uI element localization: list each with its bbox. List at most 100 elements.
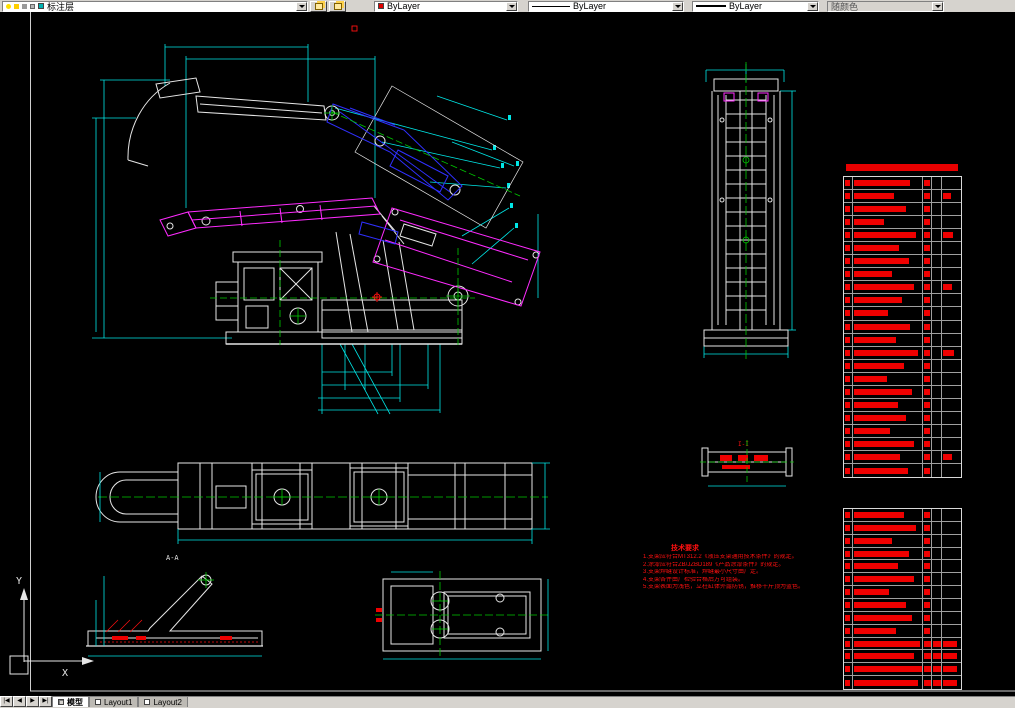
parts-list-table xyxy=(843,176,962,478)
tab-layout1-label: Layout1 xyxy=(104,697,133,707)
tilted-envelope xyxy=(354,85,524,229)
layers-icon xyxy=(333,2,342,10)
table-row xyxy=(844,650,961,664)
layer-freeze-icon xyxy=(14,3,19,9)
table-row xyxy=(844,307,961,321)
color-combo[interactable]: ByLayer xyxy=(374,0,518,12)
drawing-canvas[interactable]: Y X A-A I-I 技术要求 1.支架应符合MT312.2《液压支架通用技术… xyxy=(0,12,1015,696)
toolbar: 标注层 ByLayer ByLayer ByLayer 随颜色 xyxy=(0,0,1015,12)
layer-combo-value: 标注层 xyxy=(47,1,75,12)
section-view-ii: I-I xyxy=(700,440,794,487)
chevron-down-icon[interactable] xyxy=(672,1,683,11)
table-row xyxy=(844,203,961,217)
canopy-shield xyxy=(159,197,541,307)
table-row xyxy=(844,333,961,347)
make-layer-current-button[interactable] xyxy=(310,0,327,12)
layer-plot-icon xyxy=(30,3,35,9)
table-row xyxy=(844,359,961,373)
table-row xyxy=(844,242,961,256)
tech-note-line: 4.支架各件由厂检验合格后方可组装。 xyxy=(643,576,745,583)
table-row xyxy=(844,177,961,191)
table-row xyxy=(844,521,961,535)
chevron-down-icon[interactable] xyxy=(506,1,517,11)
section-ii-label: I-I xyxy=(738,441,749,448)
cutting-arc xyxy=(127,82,171,161)
layer-color-swatch xyxy=(38,3,44,9)
table-row xyxy=(844,437,961,451)
tab-layout1[interactable]: Layout1 xyxy=(89,696,139,707)
table-row xyxy=(844,676,961,690)
model-tab-icon xyxy=(58,699,64,705)
tab-model[interactable]: 模型 xyxy=(52,696,89,707)
next-tab-button[interactable]: ▶ xyxy=(26,696,39,707)
ucs-x-label: X xyxy=(62,668,68,679)
lineweight-combo[interactable]: ByLayer xyxy=(692,0,819,12)
linetype-combo[interactable]: ByLayer xyxy=(528,0,684,12)
small-plan-view xyxy=(375,571,549,660)
centerlines xyxy=(210,111,521,348)
linetype-combo-value: ByLayer xyxy=(573,1,607,11)
chevron-down-icon xyxy=(932,1,943,11)
previous-tab-button[interactable]: ◀ xyxy=(13,696,26,707)
table-row xyxy=(844,268,961,282)
table-row xyxy=(844,611,961,625)
plot-style-combo-value: 随颜色 xyxy=(831,1,859,12)
color-swatch xyxy=(378,3,384,9)
table-row xyxy=(844,190,961,204)
tab-layout2-label: Layout2 xyxy=(153,697,182,707)
layout-tab-icon xyxy=(95,699,101,705)
layer-lock-icon xyxy=(22,3,27,9)
hydraulic-leg xyxy=(335,231,353,333)
section-aa-label: A-A xyxy=(166,554,179,562)
tech-notes-lines: 1.支架应符合MT312.2《液压支架通用技术条件》的规定。 2.涂漆应符合ZB/… xyxy=(643,554,823,592)
title-block-table xyxy=(843,508,962,690)
table-row xyxy=(844,599,961,612)
main-side-view xyxy=(92,25,541,415)
balloon-ticks xyxy=(493,115,519,228)
tech-note-line: 5.支架表面为浅色，立柱缸体外露防锈，推移千斤顶为蓝色。 xyxy=(643,584,805,590)
table-row xyxy=(844,320,961,334)
color-combo-value: ByLayer xyxy=(387,1,421,11)
table-row xyxy=(844,216,961,230)
plan-view xyxy=(95,462,550,544)
table-row xyxy=(844,372,961,386)
chevron-down-icon[interactable] xyxy=(296,1,307,11)
table-row xyxy=(844,229,961,243)
layout-tab-bar: |◀ ◀ ▶ ▶| 模型 Layout1 Layout2 xyxy=(0,696,1015,707)
tab-layout2[interactable]: Layout2 xyxy=(138,696,188,707)
table-row xyxy=(844,464,961,478)
tech-notes-title: 技术要求 xyxy=(671,545,699,552)
table-row xyxy=(844,346,961,360)
tech-notes: 技术要求 1.支架应符合MT312.2《液压支架通用技术条件》的规定。 2.涂漆应… xyxy=(643,543,823,592)
tab-bar-filler xyxy=(187,696,1015,707)
layer-previous-button[interactable] xyxy=(329,0,346,12)
ucs-y-label: Y xyxy=(16,576,22,587)
section-view-aa: A-A xyxy=(86,554,263,657)
table-row xyxy=(844,573,961,587)
ucs-icon: Y X xyxy=(9,576,94,679)
first-tab-button[interactable]: |◀ xyxy=(0,696,13,707)
table-row xyxy=(844,424,961,438)
tech-note-line: 2.涂漆应符合ZB/JZBD189《产品涂漆条件》的规定。 xyxy=(643,561,785,568)
table-row xyxy=(844,509,961,522)
layer-on-icon xyxy=(6,3,11,9)
drawing-title-bar xyxy=(846,164,958,171)
chevron-down-icon[interactable] xyxy=(807,1,818,11)
tab-model-label: 模型 xyxy=(67,697,83,707)
lineweight-combo-value: ByLayer xyxy=(729,1,763,11)
table-row xyxy=(844,624,961,638)
front-elevation-view xyxy=(703,62,796,362)
machine-body xyxy=(232,251,323,263)
table-row xyxy=(844,663,961,677)
table-row xyxy=(844,294,961,308)
last-tab-button[interactable]: ▶| xyxy=(39,696,52,707)
table-row xyxy=(844,637,961,651)
lineweight-sample-icon xyxy=(696,5,726,7)
table-row xyxy=(844,450,961,465)
layer-combo[interactable]: 标注层 xyxy=(2,0,308,12)
layers-icon xyxy=(314,2,323,10)
table-row xyxy=(844,411,961,425)
table-row xyxy=(844,255,961,269)
linetype-sample-icon xyxy=(532,5,570,7)
table-row xyxy=(844,560,961,574)
